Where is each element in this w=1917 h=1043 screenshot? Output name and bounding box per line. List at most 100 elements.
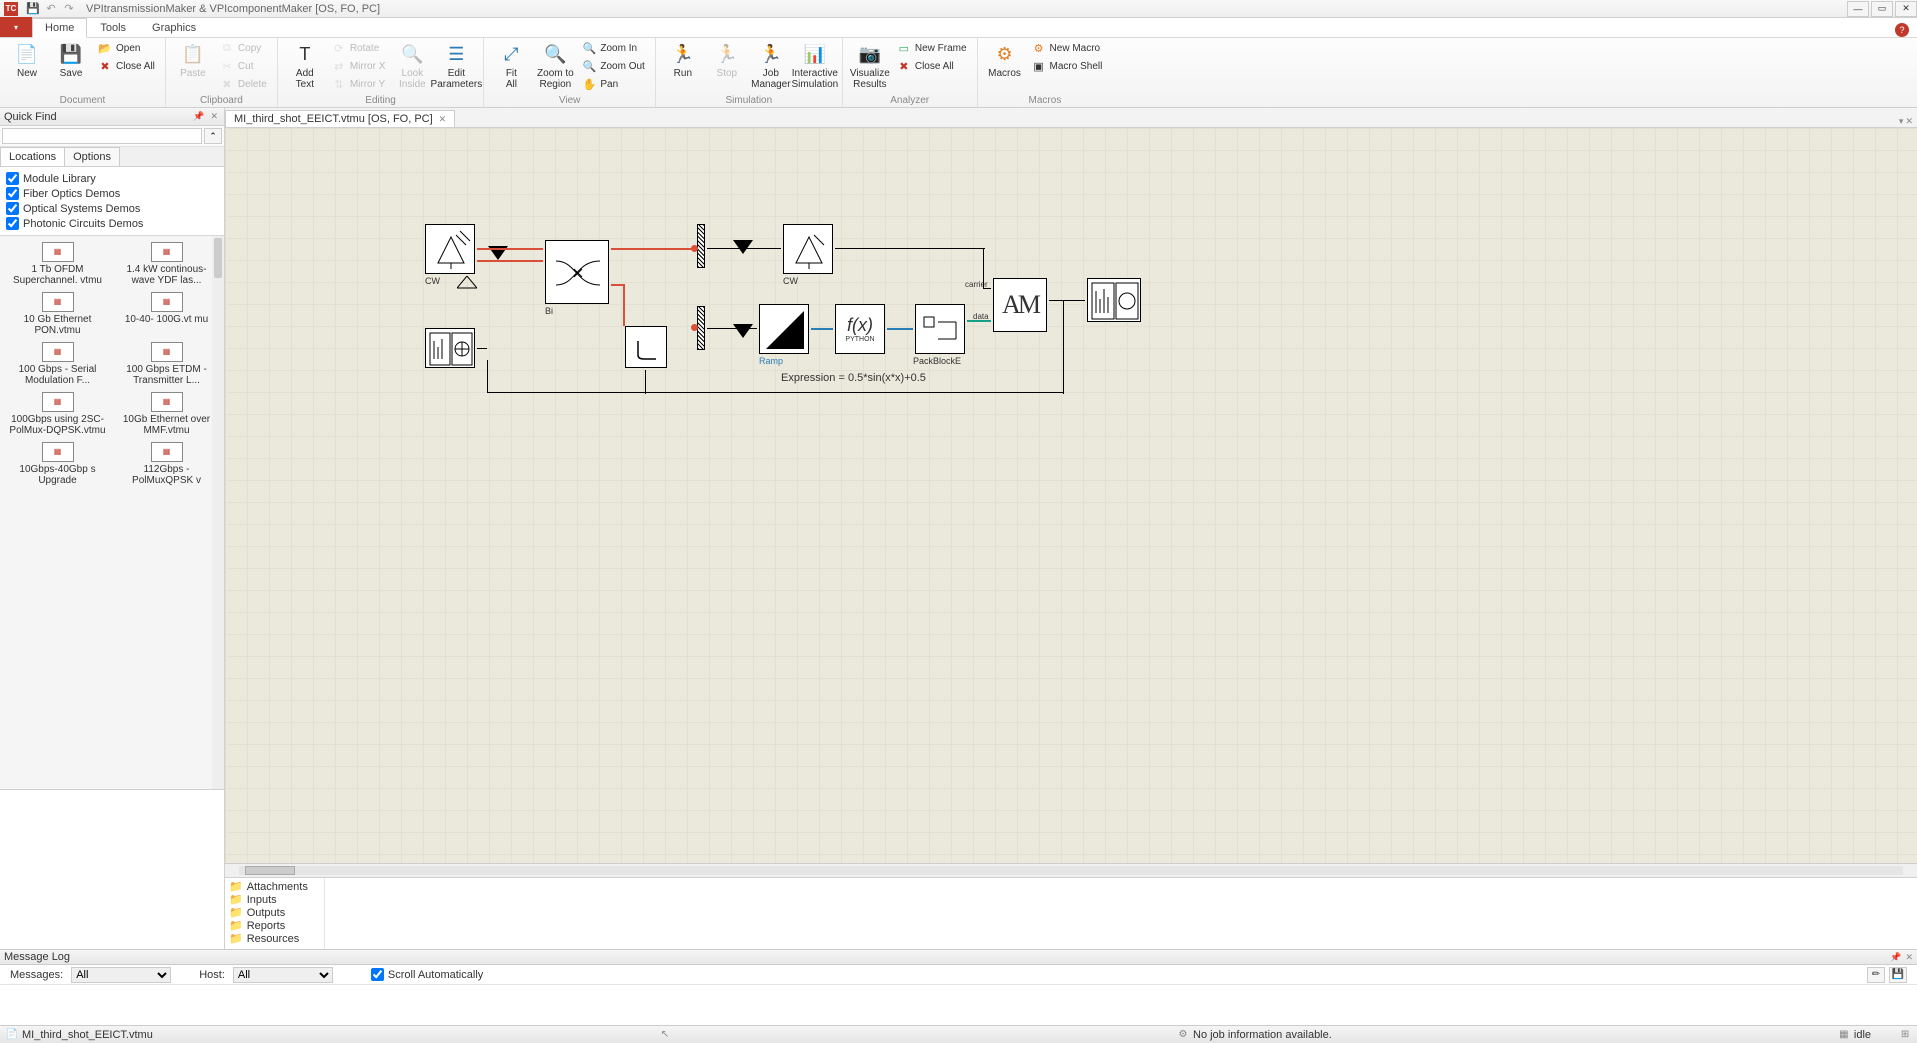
edit-params-icon: ☰ [444,42,468,66]
zoom-out-button[interactable]: 🔍Zoom Out [578,58,648,75]
wire [487,360,488,392]
list-item[interactable]: ▦10-40- 100G.vt mu [113,290,220,338]
tree-item[interactable]: 📁Inputs [229,893,320,906]
qat-save-icon[interactable]: 💾 [26,2,40,16]
paste-icon: 📋 [181,42,205,66]
pin-icon[interactable]: 📌 [191,111,206,122]
document-tab[interactable]: MI_third_shot_EEICT.vtmu [OS, FO, PC] ✕ [225,110,455,127]
panel-close-icon[interactable]: ✕ [208,111,220,122]
tab-close-icon[interactable]: ✕ [439,114,447,125]
qat-redo-icon[interactable]: ↷ [62,2,76,16]
ribbon-group-view: ⤢ Fit All 🔍 Zoom to Region 🔍Zoom In 🔍Zoo… [484,38,655,107]
block-analyzer-1[interactable] [425,328,475,368]
list-item[interactable]: ▦112Gbps - PolMuxQPSK v [113,440,220,488]
list-item[interactable]: ▦100 Gbps - Serial Modulation F... [4,340,111,388]
list-item[interactable]: ▦1.4 kW continous-wave YDF las... [113,240,220,288]
subtab-options[interactable]: Options [64,147,120,166]
macros-button[interactable]: ⚙ Macros [984,40,1026,95]
block-analyzer-2[interactable] [1087,278,1141,322]
block-delay[interactable] [625,326,667,368]
module-icon: ▦ [42,392,74,412]
analyzer-close-all-button[interactable]: ✖Close All [893,58,971,75]
minimize-button[interactable]: — [1847,1,1869,17]
scroll-auto-checkbox[interactable]: Scroll Automatically [371,968,483,981]
library-scrollbar[interactable] [212,236,224,789]
new-frame-button[interactable]: ▭New Frame [893,40,971,57]
close-button[interactable]: ✕ [1895,1,1917,17]
expand-icon[interactable]: ⊞ [1899,1029,1911,1041]
interactive-sim-button[interactable]: 📊 Interactive Simulation [794,40,836,95]
block-ramp[interactable] [759,304,809,354]
list-item[interactable]: ▦100Gbps using 2SC-PolMux-DQPSK.vtmu [4,390,111,438]
run-button[interactable]: 🏃 Run [662,40,704,95]
zoom-in-button[interactable]: 🔍Zoom In [578,40,648,57]
interactive-sim-icon: 📊 [803,42,827,66]
open-icon: 📂 [98,42,112,56]
macro-shell-icon: ▣ [1032,60,1046,74]
subtab-locations[interactable]: Locations [0,147,65,166]
block-packblock[interactable] [915,304,965,354]
block-cw-laser-1[interactable] [425,224,475,274]
list-item[interactable]: ▦10 Gb Ethernet PON.vtmu [4,290,111,338]
check-module-library[interactable]: Module Library [6,171,218,186]
tree-item[interactable]: 📁Resources [229,932,320,945]
module-icon: ▦ [42,442,74,462]
tree-item[interactable]: 📁Attachments [229,880,320,893]
check-photonic-demos[interactable]: Photonic Circuits Demos [6,216,218,231]
edit-params-button[interactable]: ☰ Edit Parameters [435,40,477,95]
module-icon: ▦ [42,242,74,262]
msglog-pin-icon[interactable]: 📌 [1890,952,1901,963]
list-item[interactable]: ▦100 Gbps ETDM - Transmitter L... [113,340,220,388]
check-fiber-demos[interactable]: Fiber Optics Demos [6,186,218,201]
rotate-icon: ⟳ [332,42,346,56]
block-am-modulator[interactable]: AM [993,278,1047,332]
add-text-button[interactable]: T Add Text [284,40,326,95]
new-macro-button[interactable]: ⚙New Macro [1028,40,1107,57]
host-filter-select[interactable]: All [233,967,333,983]
job-manager-button[interactable]: 🏃 Job Manager [750,40,792,95]
maximize-button[interactable]: ▭ [1871,1,1893,17]
macro-shell-button[interactable]: ▣Macro Shell [1028,58,1107,75]
doc-close-icon[interactable]: ✕ [1905,116,1913,127]
list-item[interactable]: ▦1 Tb OFDM Superchannel. vtmu [4,240,111,288]
file-tab[interactable] [0,17,32,37]
zoom-region-button[interactable]: 🔍 Zoom to Region [534,40,576,95]
block-attenuator-2[interactable] [697,306,705,350]
library-grid[interactable]: ▦1 Tb OFDM Superchannel. vtmu ▦1.4 kW co… [0,236,224,789]
rotate-button: ⟳Rotate [328,40,390,57]
check-optical-demos[interactable]: Optical Systems Demos [6,201,218,216]
block-fx-python[interactable]: f(x) PYTHON [835,304,885,354]
list-item[interactable]: ▦10Gb Ethernet over MMF.vtmu [113,390,220,438]
visualize-results-button[interactable]: 📷 Visualize Results [849,40,891,95]
new-button[interactable]: 📄 New [6,40,48,95]
canvas-h-scrollbar[interactable] [225,863,1917,877]
tree-item[interactable]: 📁Outputs [229,906,320,919]
canvas[interactable]: CW Bi [225,128,1917,863]
quick-find-header: Quick Find 📌✕ [0,108,224,126]
tab-home[interactable]: Home [32,18,87,38]
block-label: CW [783,276,798,286]
messages-filter-select[interactable]: All [71,967,171,983]
close-all-button[interactable]: ✖Close All [94,58,159,75]
tab-graphics[interactable]: Graphics [139,18,209,37]
doc-dropdown-icon[interactable]: ▾ [1899,116,1904,127]
cut-button: ✂Cut [216,58,271,75]
help-icon[interactable]: ? [1895,23,1909,37]
qat-undo-icon[interactable]: ↶ [44,2,58,16]
open-button[interactable]: 📂Open [94,40,159,57]
block-attenuator-1[interactable] [697,224,705,268]
fit-all-button[interactable]: ⤢ Fit All [490,40,532,95]
tree-item[interactable]: 📁Reports [229,919,320,932]
pan-button[interactable]: ✋Pan [578,76,648,93]
cut-icon: ✂ [220,60,234,74]
search-go-button[interactable]: ⌃ [204,128,222,144]
tab-tools[interactable]: Tools [87,18,139,37]
block-coupler[interactable] [545,240,609,304]
save-log-button[interactable]: 💾 [1889,967,1907,983]
block-cw-laser-2[interactable] [783,224,833,274]
clear-log-button[interactable]: ✏ [1867,967,1885,983]
save-button[interactable]: 💾 Save [50,40,92,95]
search-input[interactable] [2,128,202,144]
msglog-close-icon[interactable]: ✕ [1905,952,1913,963]
list-item[interactable]: ▦10Gbps-40Gbp s Upgrade [4,440,111,488]
